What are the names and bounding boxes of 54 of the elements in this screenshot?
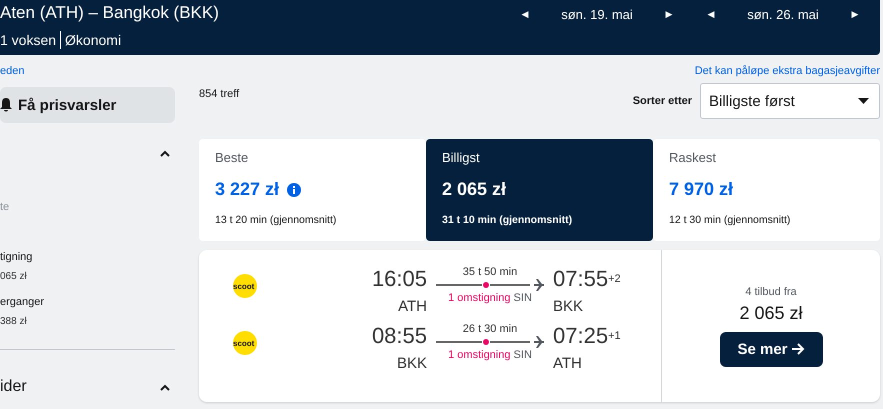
sort-tab[interactable]: Raskest 7 970 zł 12 t 30 min (gjennomsnitt) (653, 139, 880, 241)
stops-label: 1 omstigning SIN (448, 292, 532, 304)
flight-duration: 35 t 50 min (462, 266, 518, 278)
tab-price: 3 227 zł (215, 179, 280, 200)
sort-tab[interactable]: Billigst 2 065 zł 31 t 10 min (gjennomsnitt) (426, 139, 653, 241)
previous-date-button[interactable]: ◀ (518, 9, 532, 19)
tab-price: 2 065 zł (442, 179, 506, 200)
airport-code: ATH (398, 298, 427, 315)
tab-price: 7 970 zł (669, 179, 734, 200)
tab-label: Beste (215, 150, 250, 165)
price: 2 065 zł (739, 302, 803, 324)
info-icon[interactable] (287, 182, 302, 196)
see-more-button[interactable]: Se mer (720, 332, 822, 366)
chevron-up-icon[interactable] (159, 149, 171, 157)
offers-label: 4 tilbud fra (745, 286, 797, 298)
cabin-label[interactable]: Økonomi (65, 32, 122, 48)
sort-select[interactable]: Billigste først (700, 83, 880, 119)
tab-duration: 31 t 10 min (gjennomsnitt) (442, 214, 574, 226)
airport-code: BKK (396, 355, 427, 372)
flight-duration: 26 t 30 min (462, 323, 518, 335)
previous-date-button[interactable]: ◀ (704, 9, 718, 19)
airline-logo: scoot (233, 274, 257, 298)
tab-duration: 13 t 20 min (gjennomsnitt) (215, 214, 338, 226)
filter-price: 065 zł (0, 271, 28, 282)
route-title: Aten (ATH) – Bangkok (BKK) (0, 3, 219, 23)
bell-icon (0, 98, 12, 112)
baggage-fee-link[interactable]: Det kan påløpe ekstra bagasjeavgifter (694, 65, 880, 77)
airport-code: BKK (553, 298, 584, 315)
section-title[interactable]: ider (0, 378, 27, 396)
airport-code: ATH (553, 355, 582, 372)
tab-label: Raskest (669, 150, 717, 165)
sort-tab[interactable]: Beste 3 227 zł 13 t 20 min (gjennomsnitt) (199, 139, 426, 241)
next-date-button[interactable]: ▶ (662, 9, 676, 19)
filter-price: 388 zł (0, 316, 28, 327)
filter-option: te (0, 201, 175, 213)
sort-label: Sorter etter (632, 95, 692, 107)
chevron-up-icon[interactable] (159, 383, 171, 391)
tab-duration: 12 t 30 min (gjennomsnitt) (669, 214, 792, 226)
filter-label[interactable]: erganger (0, 296, 175, 308)
passengers-label[interactable]: 1 voksen (0, 32, 56, 48)
filter-label[interactable]: tigning (0, 251, 175, 263)
sidebar-link[interactable]: eden (0, 65, 175, 77)
next-date-button[interactable]: ▶ (848, 9, 862, 19)
departure-time: 08:55 (372, 323, 427, 349)
dropdown-caret-icon (858, 98, 869, 104)
airline-logo: scoot (233, 331, 257, 355)
tab-label: Billigst (442, 150, 481, 165)
date-label[interactable]: søn. 19. mai (532, 6, 662, 22)
departure-time: 16:05 (372, 266, 427, 292)
date-label[interactable]: søn. 26. mai (718, 6, 848, 22)
stops-label: 1 omstigning SIN (448, 349, 532, 361)
results-count: 854 treff (199, 88, 240, 100)
price-alert-button[interactable]: Få prisvarsler (0, 87, 175, 123)
arrow-right-icon (792, 343, 805, 355)
